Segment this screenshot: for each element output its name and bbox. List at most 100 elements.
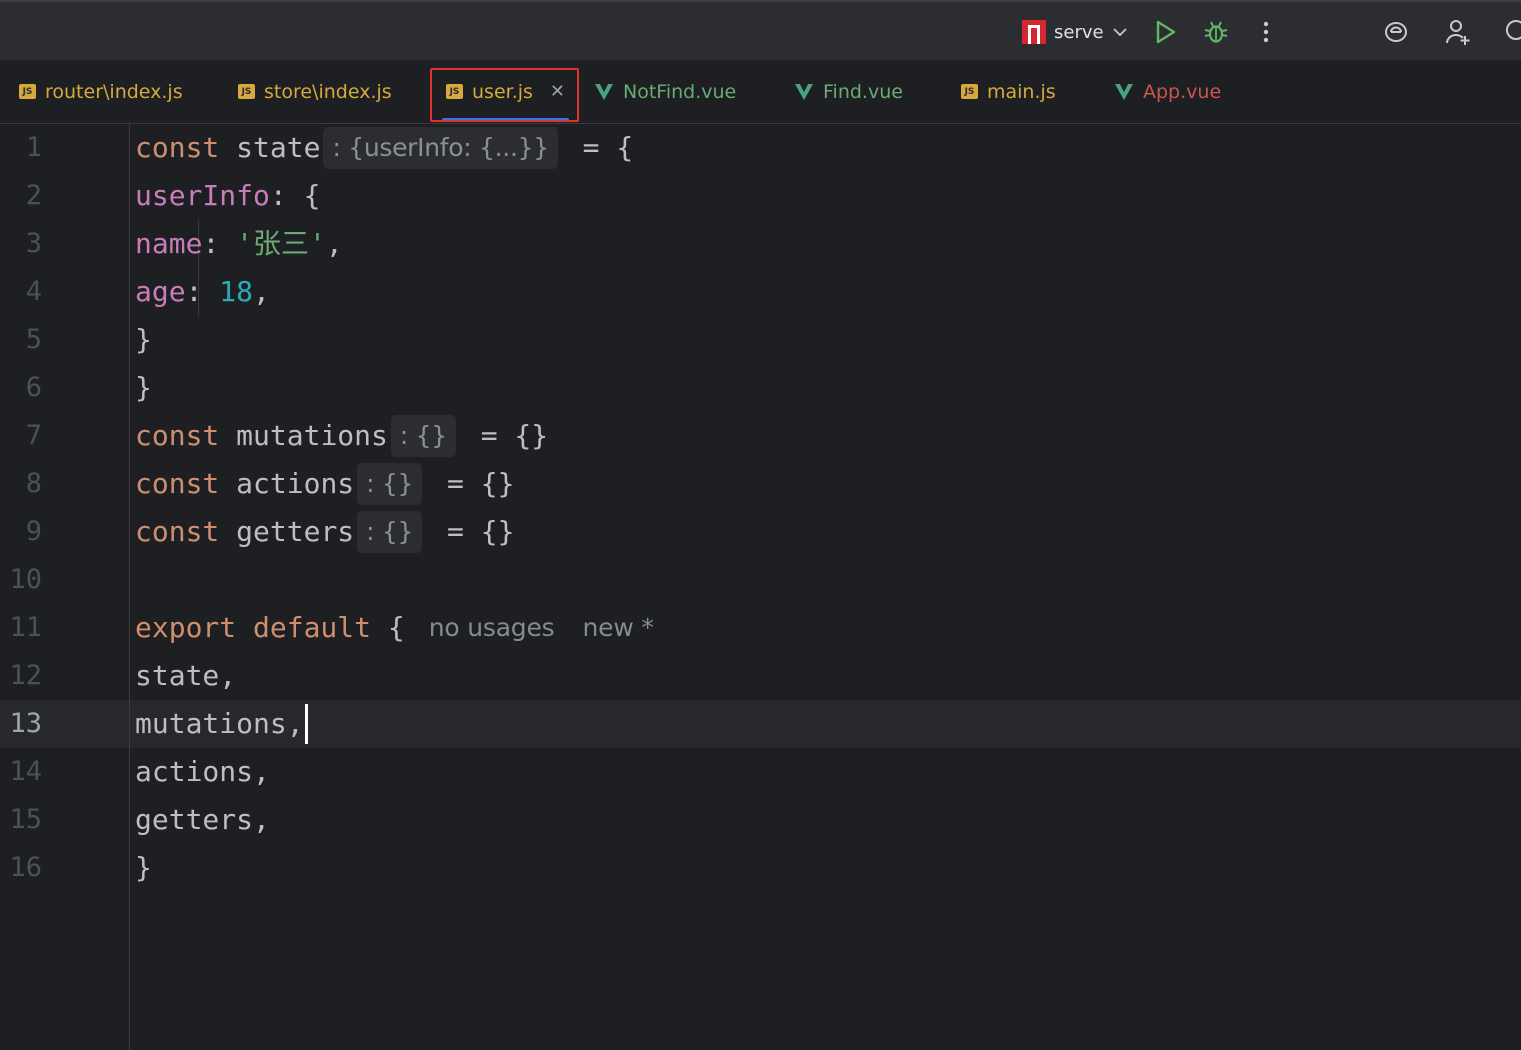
tab-find-vue[interactable]: Find.vue [794,60,903,123]
js-file-icon: JS [19,84,36,99]
type-hint: : {} [357,511,423,553]
keyword: const [135,515,220,548]
code-text: export default { no usages new * [135,604,654,652]
code-line-1: 1 const state: {userInfo: {...}} = { [0,124,1521,172]
type-hint: : {userInfo: {...}} [323,127,558,169]
code-rest: { [371,611,405,644]
tab-label: Find.vue [823,80,903,103]
keyword: const [135,467,220,500]
chevron-down-icon [1112,28,1127,37]
more-icon[interactable] [1252,18,1280,46]
tab-label: router\index.js [45,80,183,103]
type-hint: : {} [390,415,456,457]
vue-file-icon [795,83,813,100]
js-file-icon: JS [238,84,255,99]
code-rest: : { [269,179,321,212]
add-user-icon[interactable] [1444,18,1472,46]
run-config-icon [1022,20,1046,44]
code-rest: state, [135,659,237,692]
tab-notfind-vue[interactable]: NotFind.vue [594,60,736,123]
code-line-2: 2 userInfo: { [0,172,1521,220]
code-rest: , [253,275,270,308]
code-line-12: 12 state, [0,652,1521,700]
run-icon[interactable] [1151,18,1179,46]
text-caret [304,704,308,744]
property: userInfo [135,179,270,212]
code-text: } [135,844,152,892]
line-number: 6 [25,372,42,403]
code-text: const actions: {} = {} [135,460,514,508]
code-rest: = {} [430,467,515,500]
main-toolbar: serve [0,0,1521,60]
run-config-label: serve [1054,21,1104,43]
code-text: const state: {userInfo: {...}} = { [135,124,633,172]
code-line-10: 10 [0,556,1521,604]
string-literal: '张三' [236,227,326,260]
line-number: 1 [25,132,42,163]
code-line-6: 6 } [0,364,1521,412]
property: age [135,275,186,308]
code-text: userInfo: { [135,172,320,220]
line-number: 10 [9,564,42,595]
code-line-13: 13 mutations, [0,700,1521,748]
code-text: state, [135,652,236,700]
run-config-selector[interactable]: serve [1022,18,1128,46]
keyword: const [135,131,220,164]
tab-router-index-js[interactable]: JS router\index.js [19,60,183,123]
code-text: const mutations: {} = {} [135,412,548,460]
code-line-15: 15 getters, [0,796,1521,844]
identifier: getters [219,515,355,548]
code-text: } [135,364,152,412]
code-line-9: 9 const getters: {} = {} [0,508,1521,556]
line-number: 4 [25,276,42,307]
code-rest: getters, [135,803,270,836]
line-number: 15 [9,804,42,835]
code-rest: , [325,227,343,260]
line-number: 9 [25,516,42,547]
code-colon: : [202,227,237,260]
tab-app-vue[interactable]: App.vue [1114,60,1221,123]
debug-icon[interactable] [1202,18,1230,46]
code-text: const getters: {} = {} [135,508,514,556]
line-number: 2 [25,180,42,211]
number-literal: 18 [219,275,254,308]
code-text: name: '张三', [135,220,343,268]
line-number: 14 [9,756,42,787]
code-rest: = { [565,131,634,164]
search-icon[interactable] [1502,18,1521,46]
editor-tabs: JS router\index.js JS store\index.js JS … [0,60,1521,124]
code-rest: } [135,371,152,404]
author-inlay[interactable]: new * [583,604,654,652]
keyword: export default [135,611,372,644]
ai-assistant-icon[interactable] [1382,18,1410,46]
code-text: mutations, [135,700,308,748]
usages-inlay[interactable]: no usages [429,604,555,652]
line-number: 5 [25,324,42,355]
line-number: 12 [9,660,42,691]
vue-file-icon [1115,83,1133,100]
line-number: 3 [25,228,42,259]
line-number: 7 [25,420,42,451]
keyword: const [135,419,220,452]
code-editor[interactable]: 1 const state: {userInfo: {...}} = { 2 u… [0,124,1521,1050]
line-number: 16 [9,852,42,883]
tab-main-js[interactable]: JS main.js [961,60,1056,123]
code-rest: } [135,323,152,356]
line-number: 8 [25,468,42,499]
tab-store-index-js[interactable]: JS store\index.js [238,60,392,123]
identifier: state [219,131,321,164]
code-text: } [135,316,152,364]
tab-label: store\index.js [264,80,392,103]
code-line-11: 11 export default { no usages new * [0,604,1521,652]
identifier: actions [219,467,355,500]
code-line-7: 7 const mutations: {} = {} [0,412,1521,460]
line-number: 11 [9,612,42,643]
tab-label: main.js [987,80,1056,103]
property: name [135,227,203,260]
type-hint: : {} [357,463,423,505]
annotation-highlight-box [430,68,579,122]
line-number: 13 [9,708,42,739]
code-line-16: 16 } [0,844,1521,892]
code-line-14: 14 actions, [0,748,1521,796]
code-rest: = {} [430,515,515,548]
